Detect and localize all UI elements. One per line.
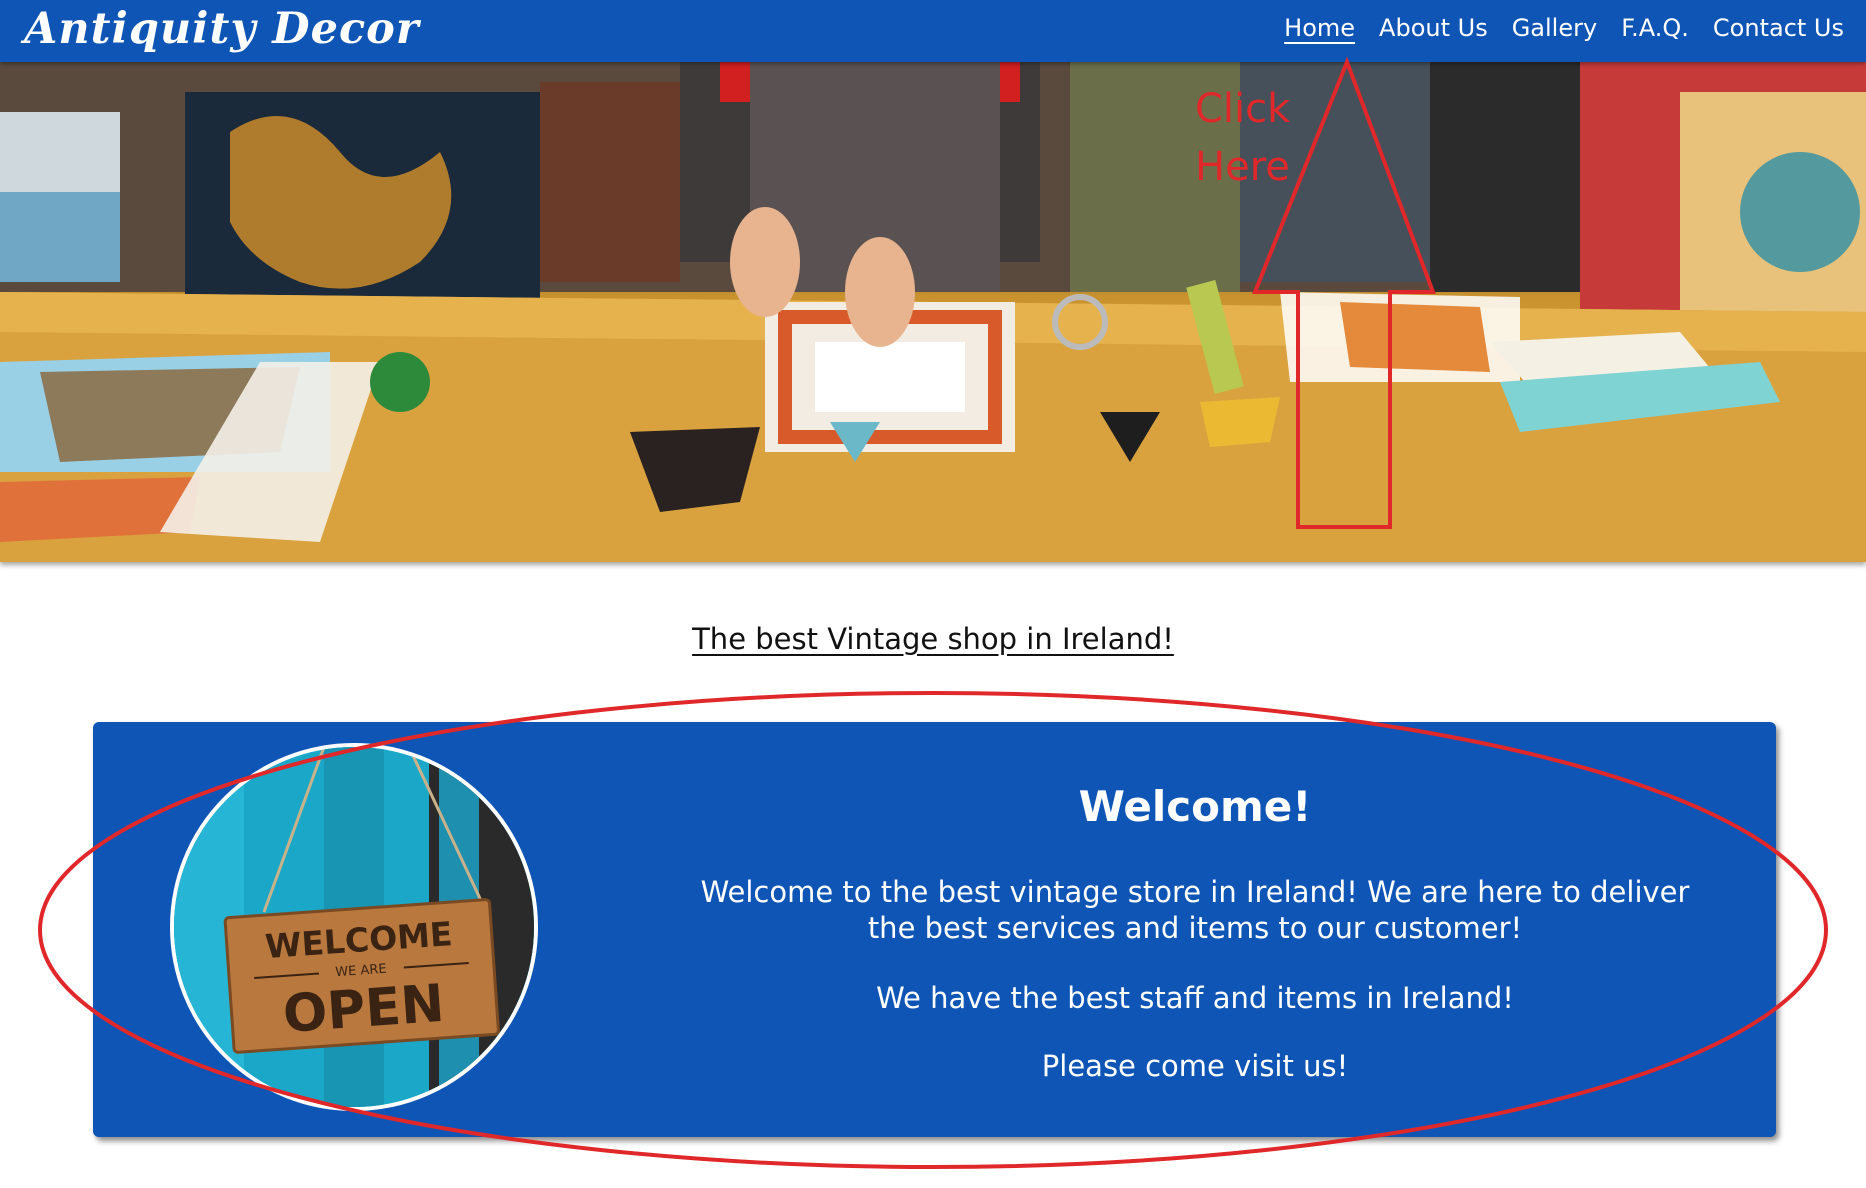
nav-faq[interactable]: F.A.Q. <box>1621 14 1689 42</box>
sign-open-text: OPEN <box>281 974 446 1045</box>
here-text: Here <box>1195 144 1290 190</box>
welcome-title: Welcome! <box>1078 782 1312 831</box>
welcome-visit-paragraph: Please come visit us! <box>1041 1049 1349 1083</box>
hero-image <box>0 62 1866 562</box>
hero-illustration <box>0 62 1866 562</box>
open-sign-image: WELCOME WE ARE OPEN <box>170 743 538 1111</box>
click-here-annotation: Click Here <box>1195 80 1290 196</box>
click-text: Click <box>1195 86 1291 132</box>
nav-contact-us[interactable]: Contact Us <box>1713 14 1844 42</box>
site-header: Antiquity Decor Home About Us Gallery F.… <box>0 0 1866 62</box>
wooden-sign: WELCOME WE ARE OPEN <box>223 898 500 1054</box>
tagline: The best Vintage shop in Ireland! <box>692 622 1174 656</box>
nav-about-us[interactable]: About Us <box>1379 14 1488 42</box>
nav-home[interactable]: Home <box>1284 14 1355 42</box>
welcome-paragraph: Welcome to the best vintage store in Ire… <box>700 875 1690 945</box>
site-logo[interactable]: Antiquity Decor <box>24 4 419 54</box>
nav-gallery[interactable]: Gallery <box>1512 14 1597 42</box>
welcome-staff-paragraph: We have the best staff and items in Irel… <box>876 981 1514 1015</box>
open-sign-illustration: WELCOME WE ARE OPEN <box>174 747 534 1107</box>
main-nav: Home About Us Gallery F.A.Q. Contact Us <box>1284 14 1844 42</box>
